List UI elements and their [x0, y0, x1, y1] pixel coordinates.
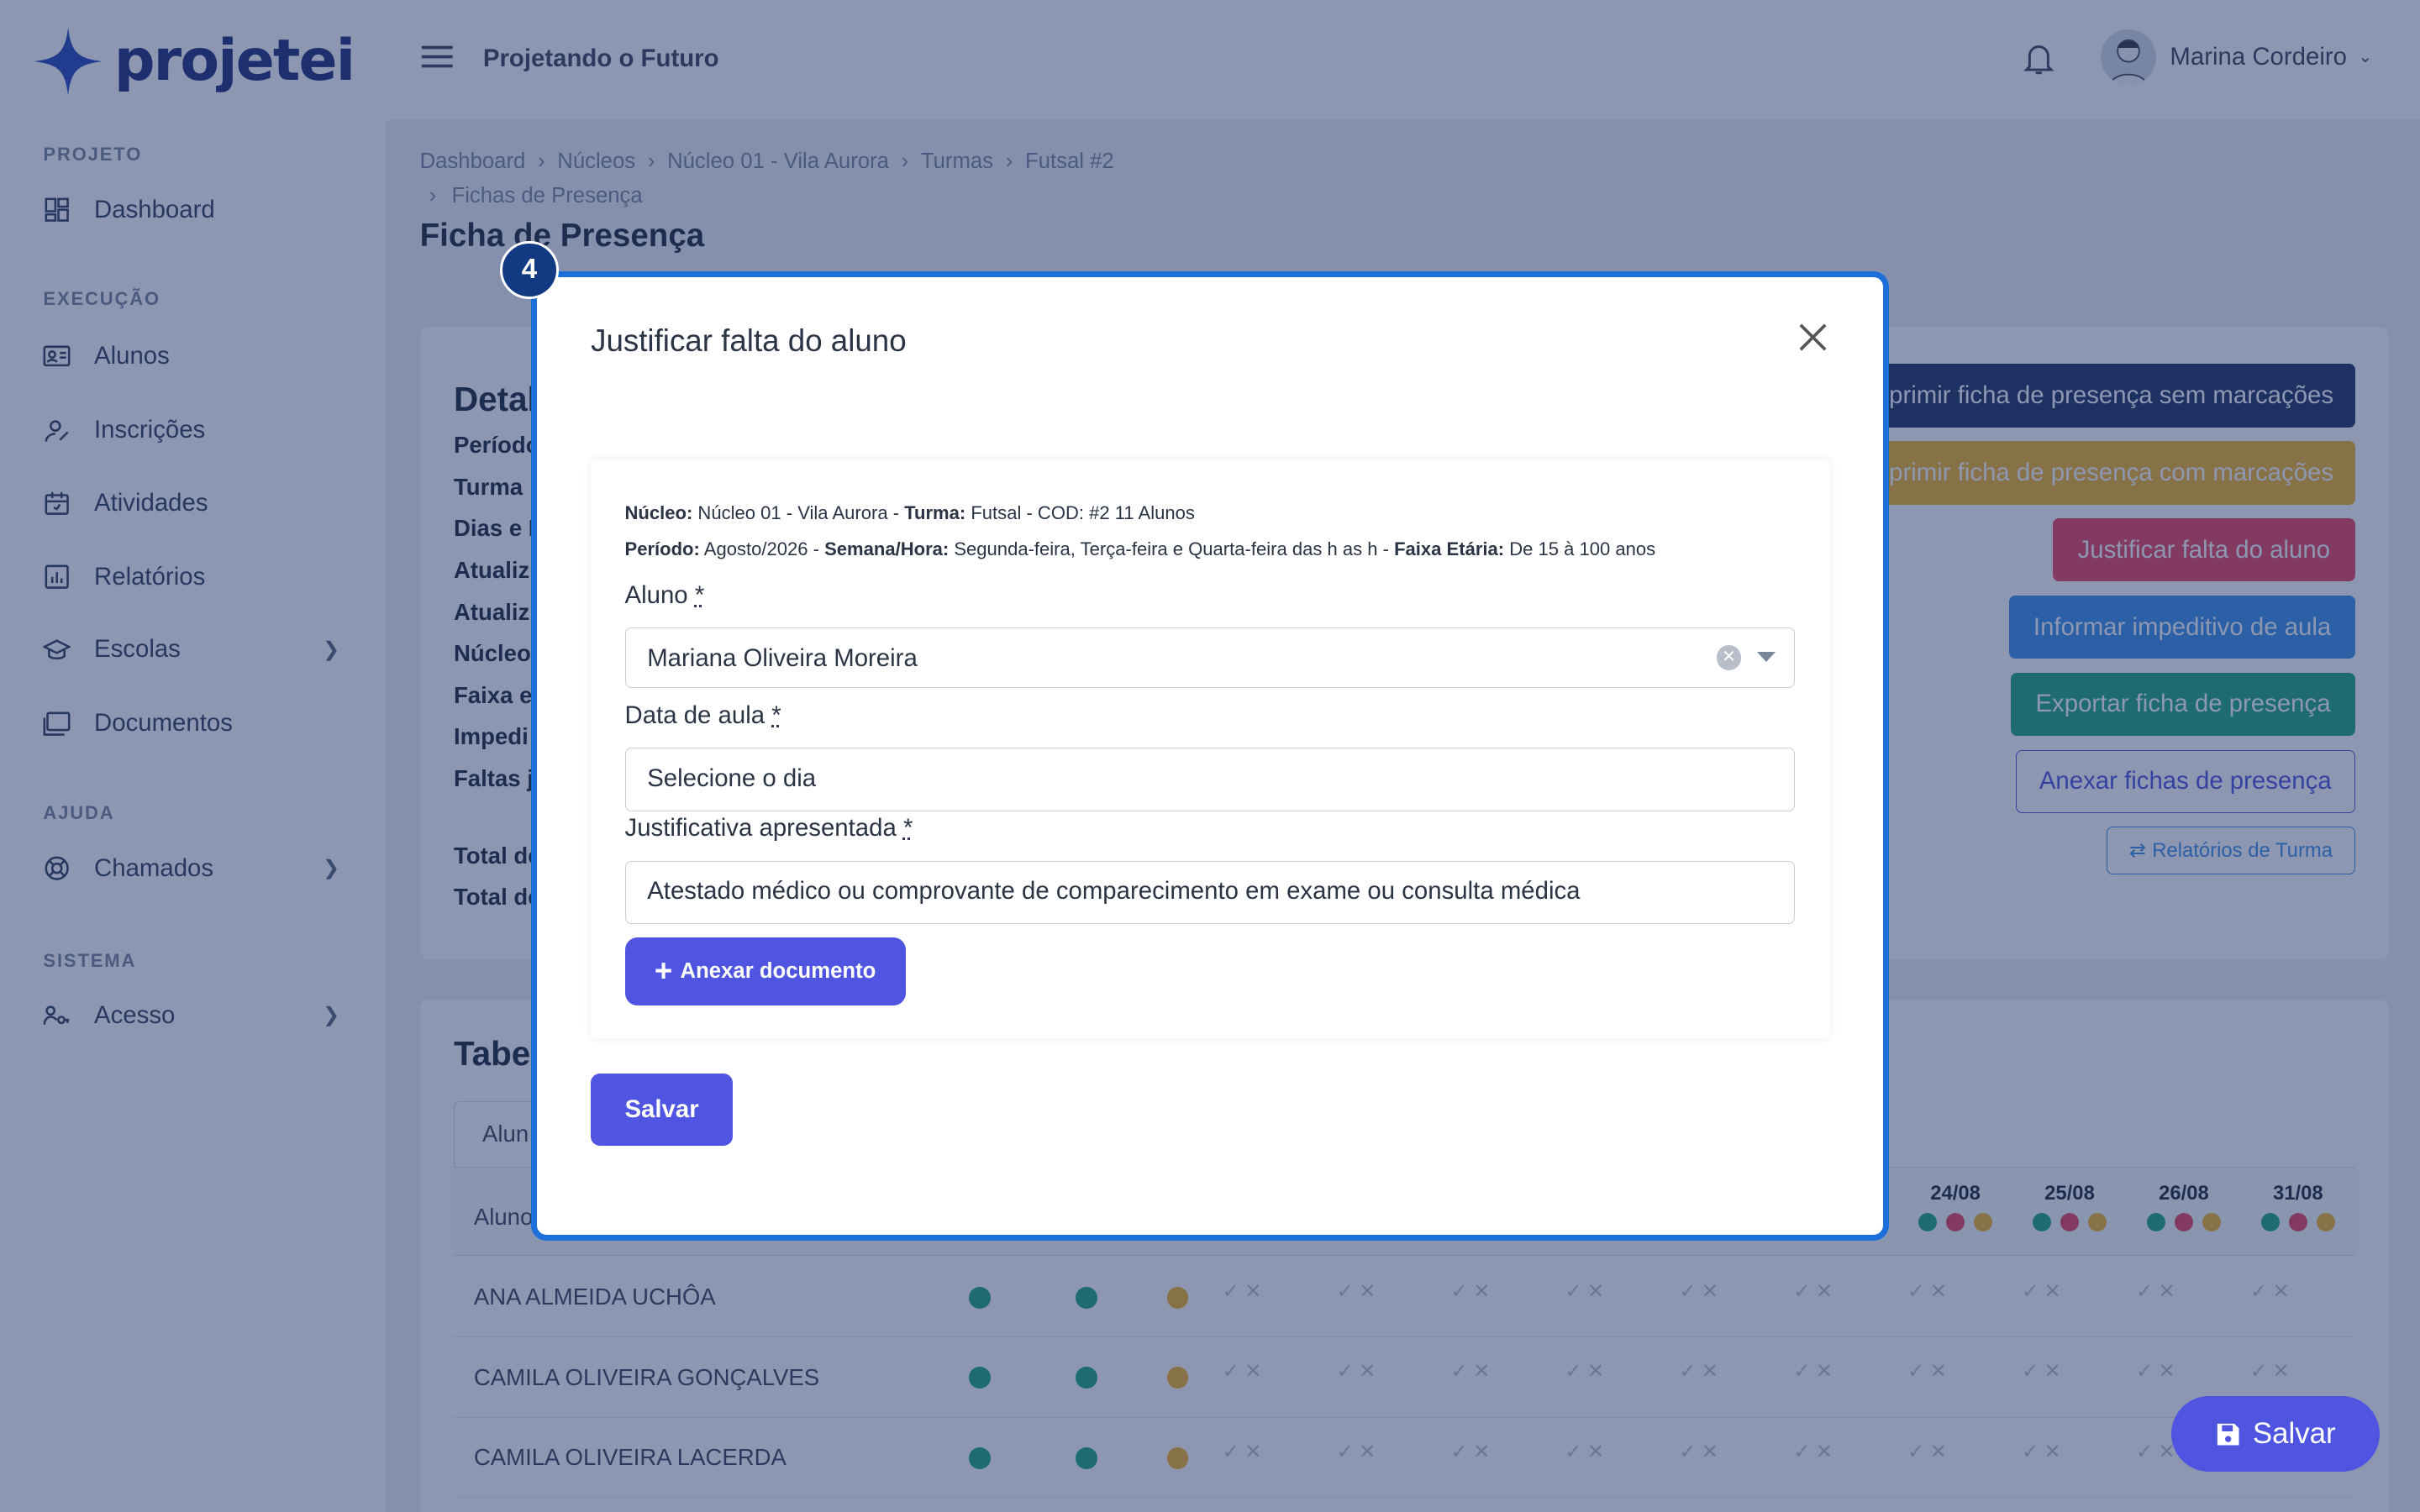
info-value: Núcleo 01 - Vila Aurora -: [697, 502, 899, 523]
clear-icon[interactable]: ✕: [1717, 645, 1741, 669]
floating-save-button[interactable]: Salvar: [2171, 1396, 2380, 1472]
required-marker: *: [903, 814, 913, 842]
justificativa-label-text: Justificativa apresentada: [625, 814, 897, 842]
justificativa-select[interactable]: Atestado médico ou comprovante de compar…: [625, 861, 1795, 924]
plus-icon: +: [655, 956, 672, 987]
info-label: Turma:: [904, 502, 965, 523]
info-value: Futsal - COD: #2 11 Alunos: [971, 502, 1195, 523]
data-aula-label: Data de aula *: [625, 701, 781, 730]
info-label: Período:: [625, 538, 700, 559]
modal-form-panel: Núcleo: Núcleo 01 - Vila Aurora - Turma:…: [591, 459, 1830, 1038]
info-label: Semana/Hora:: [824, 538, 949, 559]
modal-title: Justificar falta do aluno: [591, 323, 907, 359]
info-value: Segunda-feira, Terça-feira e Quarta-feir…: [954, 538, 1389, 559]
info-value: De 15 à 100 anos: [1509, 538, 1655, 559]
floating-save-label: Salvar: [2253, 1417, 2336, 1451]
required-marker: *: [695, 581, 704, 609]
save-icon: [2216, 1422, 2240, 1446]
justificativa-value: Atestado médico ou comprovante de compar…: [647, 877, 1580, 905]
aluno-label-text: Aluno: [625, 581, 688, 609]
aluno-label: Aluno *: [625, 581, 705, 610]
close-icon[interactable]: [1799, 323, 1827, 358]
info-label: Faixa Etária:: [1394, 538, 1504, 559]
step-badge: 4: [500, 241, 559, 300]
data-aula-select[interactable]: Selecione o dia: [625, 748, 1795, 811]
attach-document-button[interactable]: + Anexar documento: [625, 937, 906, 1005]
aluno-select-value: Mariana Oliveira Moreira: [647, 644, 918, 672]
required-marker: *: [771, 701, 781, 729]
dropdown-caret-icon[interactable]: [1757, 652, 1776, 662]
data-aula-value: Selecione o dia: [647, 764, 816, 792]
info-value: Agosto/2026 -: [704, 538, 819, 559]
data-aula-label-text: Data de aula: [625, 701, 765, 729]
class-info-line-1: Núcleo: Núcleo 01 - Vila Aurora - Turma:…: [625, 502, 1195, 524]
modal-save-button[interactable]: Salvar: [591, 1074, 733, 1146]
class-info-line-2: Período: Agosto/2026 - Semana/Hora: Segu…: [625, 538, 1656, 560]
attach-document-label: Anexar documento: [681, 959, 876, 984]
info-label: Núcleo:: [625, 502, 693, 523]
aluno-select[interactable]: Mariana Oliveira Moreira ✕: [625, 627, 1795, 688]
justify-absence-modal: Justificar falta do aluno Núcleo: Núcleo…: [531, 271, 1889, 1240]
justificativa-label: Justificativa apresentada *: [625, 814, 913, 843]
